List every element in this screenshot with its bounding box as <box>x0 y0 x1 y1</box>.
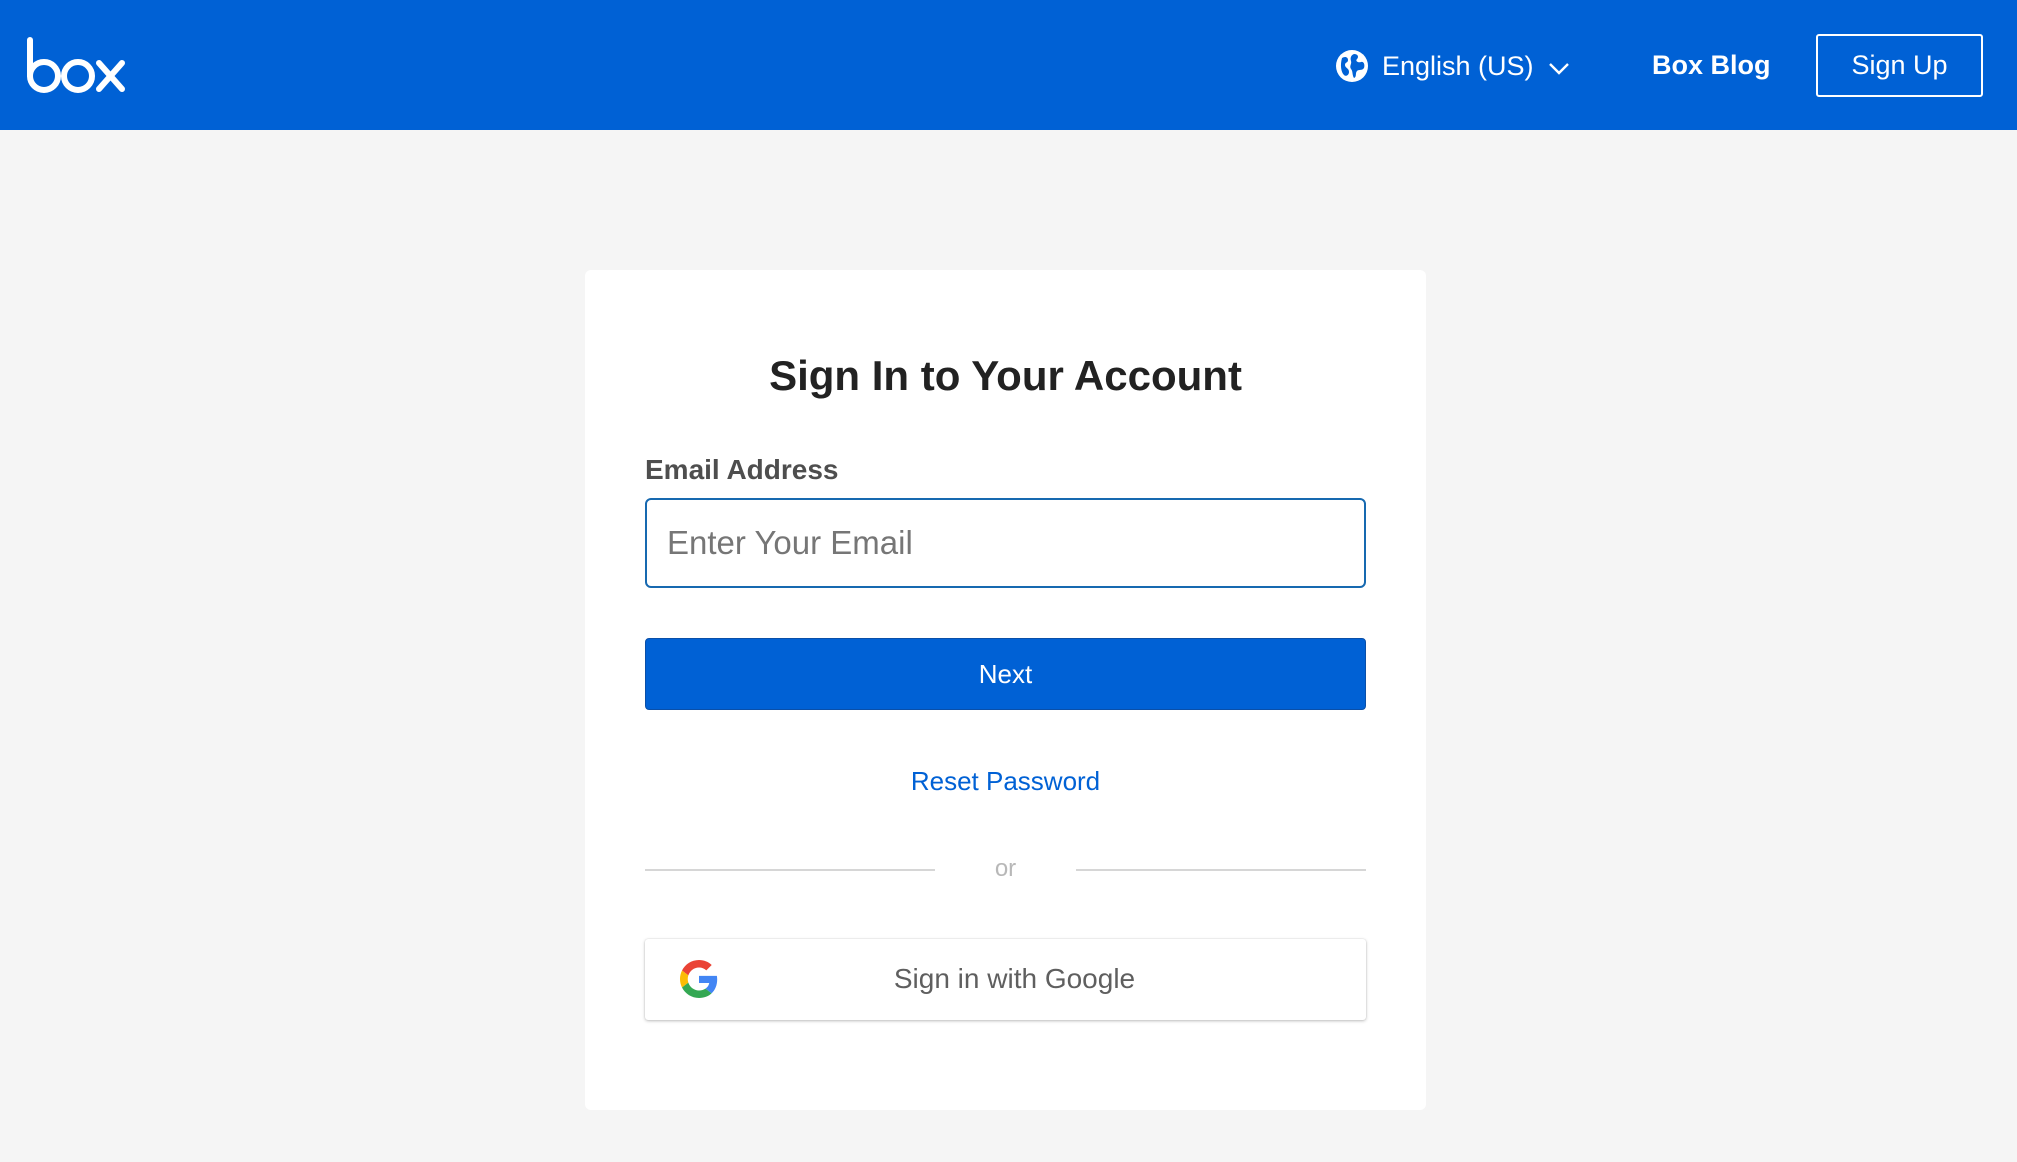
box-logo[interactable] <box>26 36 126 94</box>
language-label: English (US) <box>1382 50 1534 81</box>
top-navigation-bar: English (US) Box Blog Sign Up <box>0 0 2017 130</box>
reset-password-link[interactable]: Reset Password <box>585 766 1426 797</box>
divider-right <box>1076 869 1366 871</box>
page-title: Sign In to Your Account <box>769 352 1242 399</box>
email-address-label: Email Address <box>645 454 839 485</box>
sign-in-card: Sign In to Your Account Email Address Ne… <box>585 270 1426 1110</box>
next-button[interactable]: Next <box>645 638 1366 710</box>
language-selector[interactable]: English (US) <box>1335 46 1570 86</box>
chevron-down-icon <box>1548 63 1569 75</box>
box-blog-link[interactable]: Box Blog <box>1652 50 1771 81</box>
sign-up-button[interactable]: Sign Up <box>1816 34 1983 97</box>
email-input[interactable] <box>645 498 1366 588</box>
globe-icon <box>1336 50 1368 82</box>
google-button-label: Sign in with Google <box>893 963 1136 994</box>
sign-in-with-google-button[interactable]: Sign in with Google <box>645 939 1366 1020</box>
